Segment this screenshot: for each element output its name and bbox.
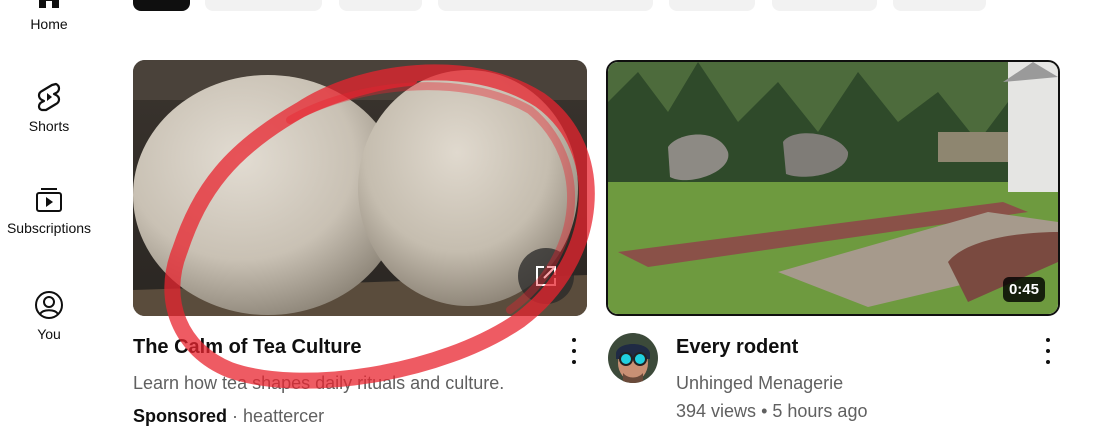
external-link-icon — [536, 266, 556, 286]
view-count: 394 views — [676, 401, 757, 421]
sidebar-item-shorts[interactable]: Shorts — [0, 82, 98, 134]
sidebar-item-subscriptions[interactable]: Subscriptions — [0, 186, 98, 236]
separator: · — [232, 406, 239, 426]
video-thumbnail-image — [608, 62, 1058, 314]
ad-title[interactable]: The Calm of Tea Culture — [133, 336, 362, 359]
sidebar-item-label: You — [37, 326, 61, 342]
ad-description: Learn how tea shapes daily rituals and c… — [133, 373, 505, 393]
video-meta: 394 views • 5 hours ago — [676, 401, 867, 422]
filter-chip[interactable] — [438, 0, 653, 11]
ad-card[interactable] — [133, 60, 587, 316]
ad-meta: Sponsored · heattercer — [133, 406, 324, 427]
account-icon — [35, 291, 63, 319]
filter-chip[interactable] — [669, 0, 755, 11]
sidebar-item-label: Shorts — [28, 118, 70, 134]
video-duration: 0:45 — [1002, 277, 1045, 302]
subscriptions-icon — [36, 188, 62, 212]
video-more-options-button[interactable] — [1038, 338, 1058, 364]
filter-chip[interactable] — [339, 0, 422, 11]
channel-name[interactable]: Unhinged Menagerie — [676, 373, 843, 394]
open-external-button[interactable] — [518, 248, 574, 304]
video-thumbnail[interactable]: 0:45 — [606, 60, 1060, 316]
video-card[interactable]: 0:45 — [606, 60, 1060, 316]
separator: • — [761, 401, 768, 421]
ad-thumbnail[interactable] — [133, 60, 587, 316]
sidebar-item-label: Subscriptions — [6, 220, 92, 236]
sidebar-item-label: Home — [30, 16, 68, 32]
filter-chip[interactable] — [893, 0, 986, 11]
advertiser-name[interactable]: heattercer — [243, 406, 324, 426]
filter-chip[interactable] — [205, 0, 322, 11]
channel-avatar[interactable] — [608, 333, 658, 383]
sponsored-label: Sponsored — [133, 406, 228, 426]
sidebar: Home Shorts Subscriptions You — [0, 0, 98, 428]
video-title[interactable]: Every rodent — [676, 336, 798, 359]
sidebar-item-home[interactable]: Home — [0, 0, 98, 32]
ad-more-options-button[interactable] — [564, 338, 584, 364]
filter-chip-all[interactable] — [133, 0, 190, 11]
filter-chip[interactable] — [772, 0, 877, 11]
upload-age: 5 hours ago — [772, 401, 868, 421]
home-icon — [39, 0, 59, 8]
sidebar-item-you[interactable]: You — [0, 290, 98, 342]
shorts-icon — [37, 82, 61, 112]
avatar-image — [608, 333, 658, 383]
